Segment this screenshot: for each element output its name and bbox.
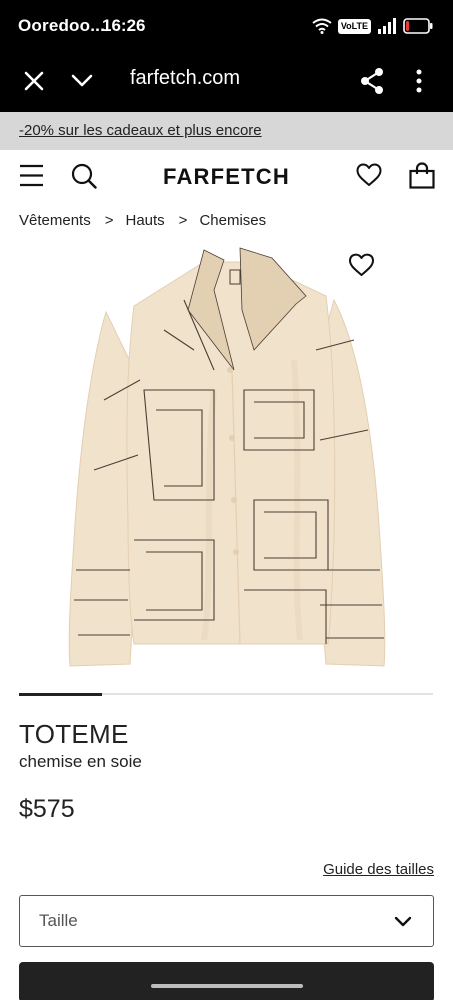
home-indicator[interactable] <box>151 984 303 988</box>
wishlist-heart-icon[interactable] <box>356 163 382 187</box>
browser-toolbar: farfetch.com <box>0 52 453 112</box>
product-name: chemise en soie <box>19 752 142 771</box>
share-icon[interactable] <box>359 67 385 95</box>
status-bar: Ooredoo... 16:26 VoLTE <box>0 0 453 52</box>
breadcrumb-item-chemises[interactable]: Chemises <box>199 212 266 229</box>
signal-icon <box>378 18 396 34</box>
breadcrumb-item-vetements[interactable]: Vêtements <box>19 212 91 229</box>
url-bar[interactable]: farfetch.com <box>130 67 240 90</box>
promo-link[interactable]: -20% sur les cadeaux et plus encore <box>19 122 262 139</box>
status-icons: VoLTE <box>312 16 433 36</box>
product-image[interactable] <box>64 240 389 672</box>
add-to-bag-button[interactable] <box>19 962 434 1000</box>
breadcrumb-separator: > <box>178 212 188 229</box>
site-header: FARFETCH <box>0 150 453 204</box>
gallery-progress-indicator <box>19 692 102 696</box>
breadcrumb: Vêtements > Hauts > Chemises <box>19 212 266 229</box>
farfetch-logo[interactable]: FARFETCH <box>0 164 453 190</box>
add-to-wishlist-heart-icon[interactable] <box>348 253 375 277</box>
product-brand[interactable]: TOTEME <box>19 719 129 750</box>
promo-banner: -20% sur les cadeaux et plus encore <box>0 112 453 150</box>
size-select[interactable]: Taille <box>19 895 434 947</box>
more-options-icon[interactable] <box>410 67 428 95</box>
breadcrumb-item-hauts[interactable]: Hauts <box>125 212 164 229</box>
battery-icon <box>403 18 433 34</box>
silk-shirt-illustration <box>68 247 386 667</box>
volte-badge: VoLTE <box>337 18 371 34</box>
size-select-placeholder: Taille <box>39 911 78 930</box>
product-price: $575 <box>19 795 75 823</box>
breadcrumb-separator: > <box>104 212 114 229</box>
shopping-bag-icon[interactable] <box>409 162 435 189</box>
chevron-down-icon <box>394 916 412 927</box>
chevron-down-icon[interactable] <box>70 69 94 93</box>
gallery-progress-bar <box>19 692 433 696</box>
carrier-name: Ooredoo... <box>18 16 105 35</box>
status-time: 16:26 <box>102 16 146 35</box>
size-guide-link[interactable]: Guide des tailles <box>323 861 434 878</box>
wifi-icon <box>312 18 332 34</box>
close-icon[interactable] <box>22 69 46 93</box>
